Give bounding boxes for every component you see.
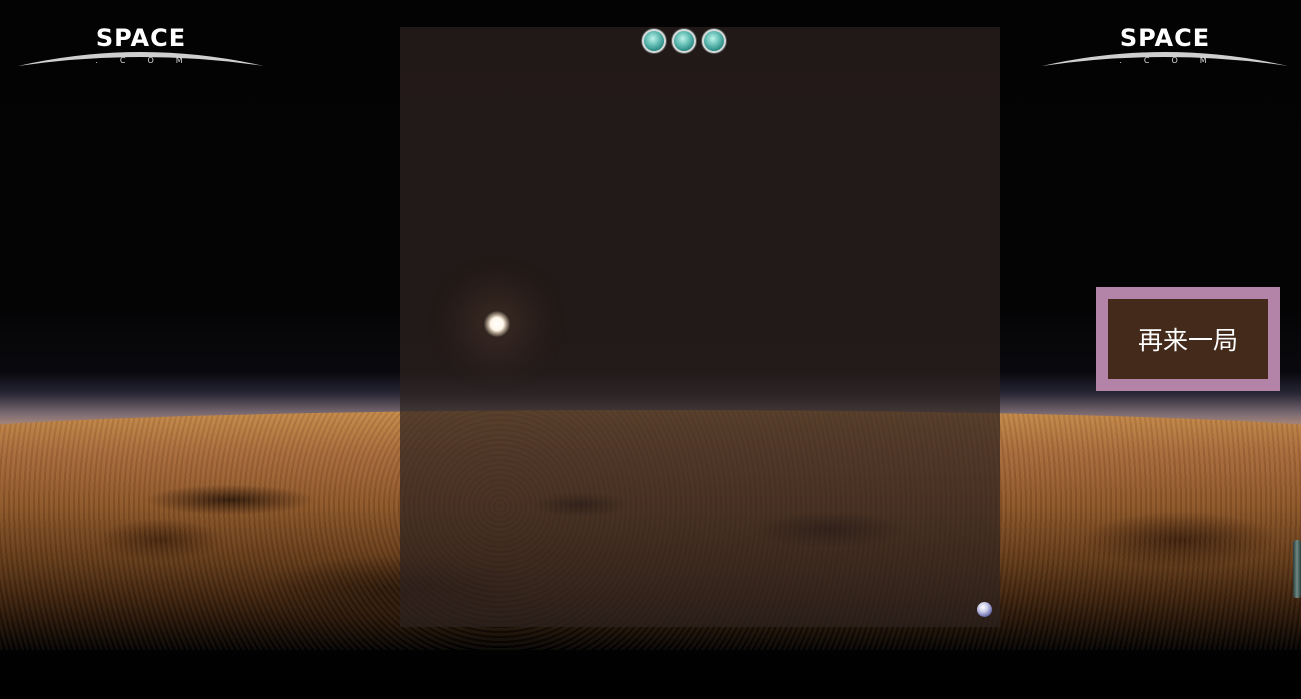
logo-word: SPACE bbox=[95, 24, 187, 52]
restart-button[interactable]: 再来一局 bbox=[1096, 287, 1280, 391]
logo-sub: .COM bbox=[1119, 56, 1229, 65]
life-ball-icon bbox=[702, 29, 726, 53]
logo-sub: .COM bbox=[95, 56, 205, 65]
life-ball-icon bbox=[642, 29, 666, 53]
space-logo-left: SPACE .COM bbox=[16, 24, 266, 70]
space-logo-right: SPACE .COM bbox=[1040, 24, 1290, 70]
lives-indicator bbox=[642, 29, 726, 53]
logo-word: SPACE bbox=[1119, 24, 1211, 52]
sun-icon bbox=[484, 311, 510, 337]
game-ball-icon bbox=[977, 602, 992, 617]
scrollbar-handle[interactable] bbox=[1293, 540, 1301, 598]
life-ball-icon bbox=[672, 29, 696, 53]
